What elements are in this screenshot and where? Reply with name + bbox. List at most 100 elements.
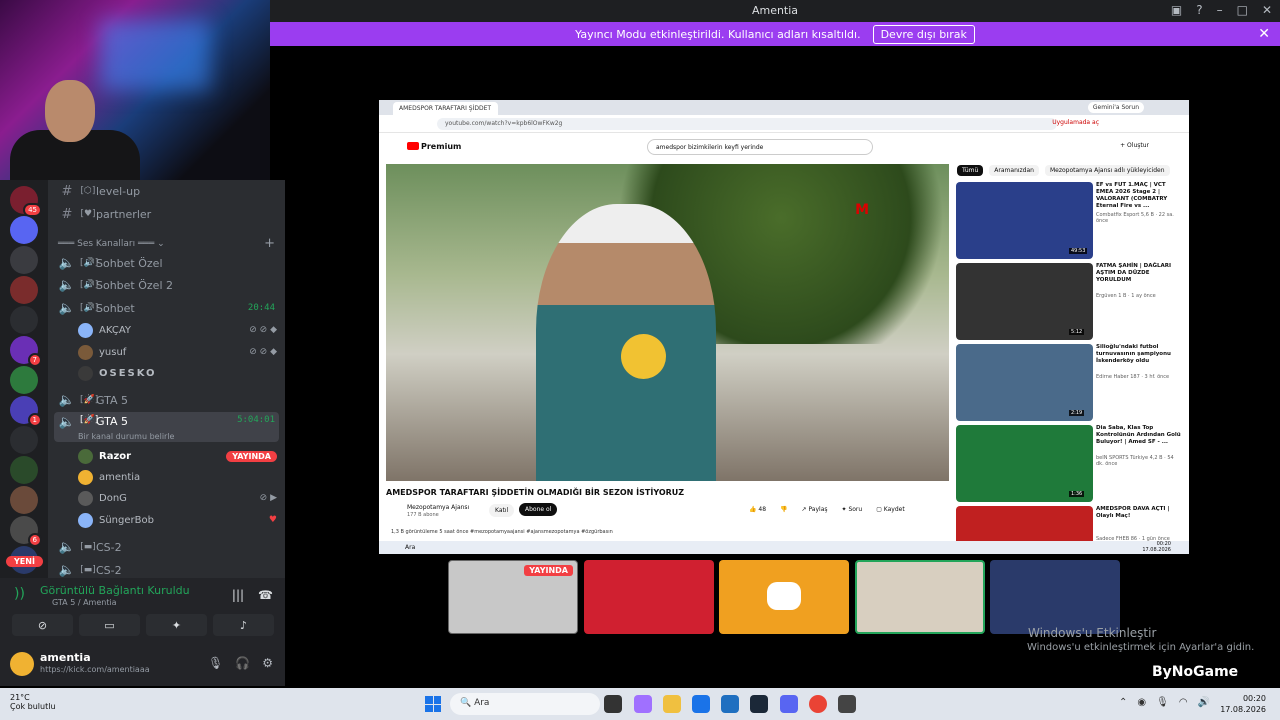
recommended-video[interactable]: 5:12 FATMA ŞAHİN | DAĞLARI AŞTIM DA DÜZD…	[956, 263, 1186, 340]
server-icon[interactable]	[10, 456, 38, 484]
microphone-icon[interactable]: 🎙	[1156, 697, 1169, 708]
stream-tile[interactable]	[855, 560, 985, 634]
chip-from-search[interactable]: Aramanızdan	[989, 165, 1039, 176]
recommended-video[interactable]: 49:53 EF vs FUT 1.MAÇ | VCT EMEA 2026 St…	[956, 182, 1186, 259]
chip-all[interactable]: Tümü	[957, 165, 984, 176]
server-icon[interactable]: 1	[10, 396, 42, 427]
headphones-icon[interactable]: 🎧	[235, 656, 250, 670]
outlook-icon[interactable]	[721, 695, 739, 713]
steam-icon[interactable]	[750, 695, 768, 713]
server-icon[interactable]	[10, 306, 38, 334]
channel-level-up[interactable]: # [⬡] level-up	[54, 180, 279, 202]
taskbar-clock[interactable]: 00:20 17.08.2026	[1220, 693, 1266, 715]
channel-status-hint[interactable]: Bir kanal durumu belirle	[78, 432, 174, 441]
share-button[interactable]: ↗ Paylaş	[802, 506, 828, 513]
open-in-app-button[interactable]: Uygulamada aç	[1052, 119, 1099, 126]
voice-user[interactable]: amentia	[78, 467, 277, 487]
stream-tile[interactable]: YAYINDA	[448, 560, 578, 634]
voice-user[interactable]: OSESKO	[78, 363, 277, 383]
stream-tile[interactable]	[719, 560, 849, 634]
help-icon[interactable]: ?	[1196, 3, 1202, 17]
server-icon[interactable]: 7	[10, 336, 42, 367]
voice-status[interactable]: Görüntülü Bağlantı Kuruldu	[40, 584, 190, 597]
browser-tab[interactable]: AMEDSPOR TARAFTARI ŞİDDET	[393, 102, 498, 115]
shared-screen-browser[interactable]: AMEDSPOR TARAFTARI ŞİDDET Gemini'a Sorun…	[379, 100, 1189, 554]
weather-widget[interactable]: 21°C Çok bulutlu	[10, 693, 56, 711]
user-name[interactable]: amentia	[40, 651, 91, 664]
chrome-icon[interactable]	[809, 695, 827, 713]
voice-user[interactable]: yusuf ⊘ ⊘ ◆	[78, 342, 277, 362]
recommended-video[interactable]: 1:36 Dia Saba, Klas Top Kontrolünün Ardı…	[956, 425, 1186, 502]
subscribe-button[interactable]: Abone ol	[519, 503, 558, 516]
add-channel-icon[interactable]: +	[264, 236, 275, 251]
chip-from-uploader[interactable]: Mezopotamya Ajansı adlı yükleyiciden	[1044, 165, 1170, 176]
voice-user[interactable]: AKÇAY ⊘ ⊘ ◆	[78, 320, 277, 340]
server-icon[interactable]	[10, 366, 38, 394]
noise-suppression-icon[interactable]: |||	[232, 588, 244, 602]
server-icon[interactable]	[10, 426, 38, 454]
banner-close-icon[interactable]: ✕	[1258, 26, 1270, 42]
wifi-icon[interactable]: ◠	[1179, 697, 1188, 708]
start-button[interactable]	[425, 696, 441, 712]
video-player[interactable]: M	[386, 164, 949, 481]
recommended-video[interactable]: 2:19 Silioğlu'ndaki futbol turnuvasının …	[956, 344, 1186, 421]
create-button[interactable]: + Oluştur	[1120, 142, 1149, 149]
volume-icon[interactable]: 🔊	[1198, 697, 1210, 708]
network-icon[interactable]: ◉	[1137, 697, 1146, 708]
copilot-icon[interactable]	[634, 695, 652, 713]
voice-channel-gta5[interactable]: 🔈 [🚀] GTA 5	[54, 389, 279, 411]
gear-icon[interactable]: ⚙	[262, 656, 273, 670]
store-icon[interactable]	[692, 695, 710, 713]
server-icon[interactable]: 6	[10, 516, 42, 547]
join-button[interactable]: Katıl	[489, 504, 515, 517]
url-field[interactable]: youtube.com/watch?v=kpb6lOwFKw2g	[437, 118, 1057, 130]
voice-channel-sohbet-ozel-2[interactable]: 🔈 [🔊] Sohbet Özel 2	[54, 274, 279, 296]
clock-time: 00:20	[1242, 694, 1266, 703]
chevron-up-icon[interactable]: ⌃	[1119, 697, 1127, 708]
stream-tile[interactable]	[584, 560, 714, 634]
voice-category-header[interactable]: ═══ Ses Kanalları ═══ ⌄	[58, 239, 165, 249]
discord-icon[interactable]	[780, 695, 798, 713]
avatar[interactable]	[10, 652, 34, 676]
server-icon[interactable]: 45	[10, 186, 42, 217]
voice-user[interactable]: DonG ⊘ ▶	[78, 488, 277, 508]
disable-streamer-mode-button[interactable]: Devre dışı bırak	[872, 24, 975, 44]
server-icon[interactable]	[10, 486, 38, 514]
voice-channel-sohbet[interactable]: 🔈 [🔊] Sohbet 20:44	[54, 297, 279, 319]
file-explorer-icon[interactable]	[663, 695, 681, 713]
obs-icon[interactable]	[838, 695, 856, 713]
voice-channel-sohbet-ozel[interactable]: 🔈 [🔊] Sohbet Özel	[54, 252, 279, 274]
soundboard-button[interactable]: ♪	[213, 614, 274, 636]
voice-channel-path[interactable]: GTA 5 / Amentia	[52, 598, 117, 607]
gemini-button[interactable]: Gemini'a Sorun	[1087, 102, 1144, 113]
stream-tile[interactable]	[990, 560, 1120, 634]
dislike-button[interactable]: 👎	[780, 506, 787, 513]
voice-user[interactable]: SüngerBob ♥	[78, 510, 277, 530]
save-button[interactable]: ▢ Kaydet	[876, 506, 905, 513]
youtube-search-input[interactable]: amedspor bizimkilerin keyfi yerinde	[647, 139, 873, 155]
taskbar-search[interactable]: 🔍 Ara	[450, 693, 600, 715]
ask-button[interactable]: ✦ Soru	[842, 506, 863, 513]
camera-toggle-button[interactable]: ⊘	[12, 614, 73, 636]
inbox-icon[interactable]: ▣	[1171, 3, 1182, 17]
microphone-icon[interactable]: 🎙	[208, 656, 223, 670]
minimize-icon[interactable]: –	[1217, 3, 1223, 17]
server-icon[interactable]	[10, 246, 38, 274]
maximize-icon[interactable]: □	[1237, 3, 1248, 17]
screen-share-button[interactable]: ▭	[79, 614, 140, 636]
video-description[interactable]: 1,3 B görüntüleme 5 saat önce #mezopotam…	[391, 529, 613, 535]
close-icon[interactable]: ✕	[1262, 3, 1272, 17]
channel-partnerler[interactable]: # [♥] partnerler	[54, 203, 279, 225]
server-icon[interactable]	[10, 276, 38, 304]
voice-channel-cs2[interactable]: 🔈 [▬] CS-2	[54, 536, 279, 558]
activities-button[interactable]: ✦	[146, 614, 207, 636]
disconnect-icon[interactable]: ☎	[258, 588, 273, 602]
channel-name[interactable]: Mezopotamya Ajansı	[407, 504, 469, 511]
server-icon[interactable]	[10, 216, 38, 244]
youtube-logo[interactable]: Premium	[407, 142, 461, 151]
live-badge: YAYINDA	[226, 450, 277, 462]
task-view-icon[interactable]	[604, 695, 622, 713]
banner-text: Yayıncı Modu etkinleştirildi. Kullanıcı …	[575, 27, 861, 41]
voice-user[interactable]: Razor YAYINDA	[78, 446, 277, 466]
like-button[interactable]: 👍 48	[749, 506, 766, 513]
